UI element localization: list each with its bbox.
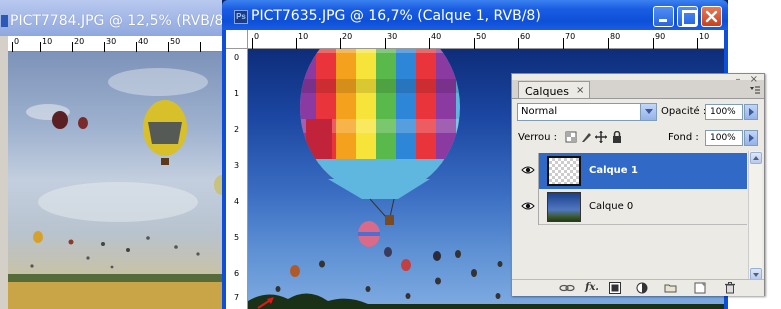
tab-label: Calques xyxy=(525,85,569,98)
back-window-title: PICT7784.JPG @ 12,5% (RVB/8) xyxy=(10,13,226,29)
layer-name[interactable]: Calque 1 xyxy=(589,165,638,176)
panel-menu-icon[interactable] xyxy=(749,86,760,94)
close-icon xyxy=(705,10,718,23)
lock-position-move-icon[interactable] xyxy=(595,131,607,143)
ruler-number: 5 xyxy=(234,233,240,242)
ruler-number: 70 xyxy=(565,32,576,41)
layer-thumbnail xyxy=(547,156,581,186)
ruler-number: 20 xyxy=(342,32,353,41)
ruler-number: 20 xyxy=(74,37,85,46)
ruler-number: 40 xyxy=(431,32,442,41)
back-document-window[interactable]: PICT7784.JPG @ 12,5% (RVB/8) 0 10 20 30 … xyxy=(0,0,226,309)
front-window-titlebar[interactable]: Ps PICT7635.JPG @ 16,7% (Calque 1, RVB/8… xyxy=(222,0,728,30)
fill-label: Fond : xyxy=(668,132,699,143)
ruler-number: 30 xyxy=(106,37,117,46)
document-icon xyxy=(1,15,8,27)
visibility-toggle[interactable] xyxy=(517,189,539,225)
ruler-origin[interactable] xyxy=(226,30,248,49)
ruler-number: 1 xyxy=(234,89,240,98)
layers-bottom-toolbar: fx. xyxy=(512,279,764,296)
ruler-number: 0 xyxy=(14,37,20,46)
chevron-down-icon[interactable] xyxy=(640,104,656,120)
panel-grip[interactable] xyxy=(512,74,764,80)
ruler-number: 30 xyxy=(387,32,398,41)
ruler-number: 10 xyxy=(298,32,309,41)
panel-collapse-buttons[interactable]: – × xyxy=(735,74,761,85)
layer-row-calque-1[interactable]: Calque 1 xyxy=(517,153,747,189)
ruler-number: 90 xyxy=(655,32,666,41)
back-vertical-ruler[interactable] xyxy=(0,52,8,309)
trash-icon[interactable] xyxy=(724,282,736,294)
fill-value: 100% xyxy=(710,133,736,143)
lock-pixels-brush-icon[interactable] xyxy=(580,131,592,143)
panel-body: Normal Opacité : 100% Verrou : Fond : 10… xyxy=(512,98,764,296)
front-window-title: PICT7635.JPG @ 16,7% (Calque 1, RVB/8) xyxy=(251,8,541,24)
lock-all-icon[interactable] xyxy=(611,131,623,143)
tab-calques[interactable]: Calques × xyxy=(518,81,590,99)
ruler-number: 0 xyxy=(234,53,240,62)
eye-icon xyxy=(521,166,535,174)
blend-mode-value: Normal xyxy=(521,106,558,117)
lock-label: Verrou : xyxy=(518,132,558,143)
group-folder-icon[interactable] xyxy=(664,282,677,294)
visibility-toggle[interactable] xyxy=(517,153,539,189)
ruler-number: 4 xyxy=(234,197,240,206)
link-icon[interactable] xyxy=(559,282,575,294)
opacity-label: Opacité : xyxy=(661,106,707,117)
layers-scrollbar[interactable] xyxy=(748,151,762,281)
layer-row-calque-0[interactable]: Calque 0 xyxy=(517,189,747,225)
ruler-number: 6 xyxy=(234,269,240,278)
ruler-number: 10 xyxy=(42,37,53,46)
opacity-field[interactable]: 100% xyxy=(705,104,743,120)
new-layer-icon[interactable] xyxy=(694,282,706,294)
back-horizontal-ruler[interactable]: 0 10 20 30 40 50 xyxy=(8,36,226,52)
back-window-titlebar[interactable]: PICT7784.JPG @ 12,5% (RVB/8) xyxy=(0,0,226,36)
ruler-number: 50 xyxy=(476,32,487,41)
ruler-number: 0 xyxy=(254,32,260,41)
opacity-slider-arrow[interactable] xyxy=(744,104,758,120)
blend-mode-select[interactable]: Normal xyxy=(517,103,657,121)
photoshop-doc-icon: Ps xyxy=(234,10,248,24)
layers-panel[interactable]: – × Calques × Normal Opacité : 100% Verr… xyxy=(511,73,765,296)
mask-icon[interactable] xyxy=(609,282,621,294)
lock-transparency-icon[interactable] xyxy=(565,131,577,143)
fill-slider-arrow[interactable] xyxy=(744,130,758,146)
ruler-number: 50 xyxy=(170,37,181,46)
eye-icon xyxy=(521,202,535,210)
close-button[interactable] xyxy=(701,6,722,27)
red-arrow-annotation xyxy=(257,297,274,309)
ruler-number: 40 xyxy=(138,37,149,46)
back-photo-canvas[interactable] xyxy=(8,52,226,309)
ruler-number: 7 xyxy=(234,293,240,302)
fx-icon[interactable]: fx. xyxy=(584,282,600,294)
balloon-scene-image xyxy=(8,68,226,309)
layer-thumbnail xyxy=(547,192,581,222)
maximize-button[interactable] xyxy=(677,6,698,27)
ruler-number: 60 xyxy=(520,32,531,41)
tab-close-icon[interactable]: × xyxy=(576,85,584,96)
fill-field[interactable]: 100% xyxy=(705,130,743,146)
front-vertical-ruler[interactable]: 0 1 2 3 4 5 6 7 xyxy=(226,49,248,309)
front-horizontal-ruler[interactable]: 0 10 20 30 40 50 60 70 80 90 10 xyxy=(248,30,724,49)
adjustment-icon[interactable] xyxy=(636,282,648,294)
scroll-up-button[interactable] xyxy=(750,152,762,164)
ruler-number: 2 xyxy=(234,125,240,134)
ruler-number: 80 xyxy=(610,32,621,41)
ruler-number: 10 xyxy=(699,32,710,41)
ruler-number: 3 xyxy=(234,161,240,170)
layer-name[interactable]: Calque 0 xyxy=(589,201,633,212)
opacity-value: 100% xyxy=(710,107,736,117)
minimize-button[interactable] xyxy=(653,6,674,27)
